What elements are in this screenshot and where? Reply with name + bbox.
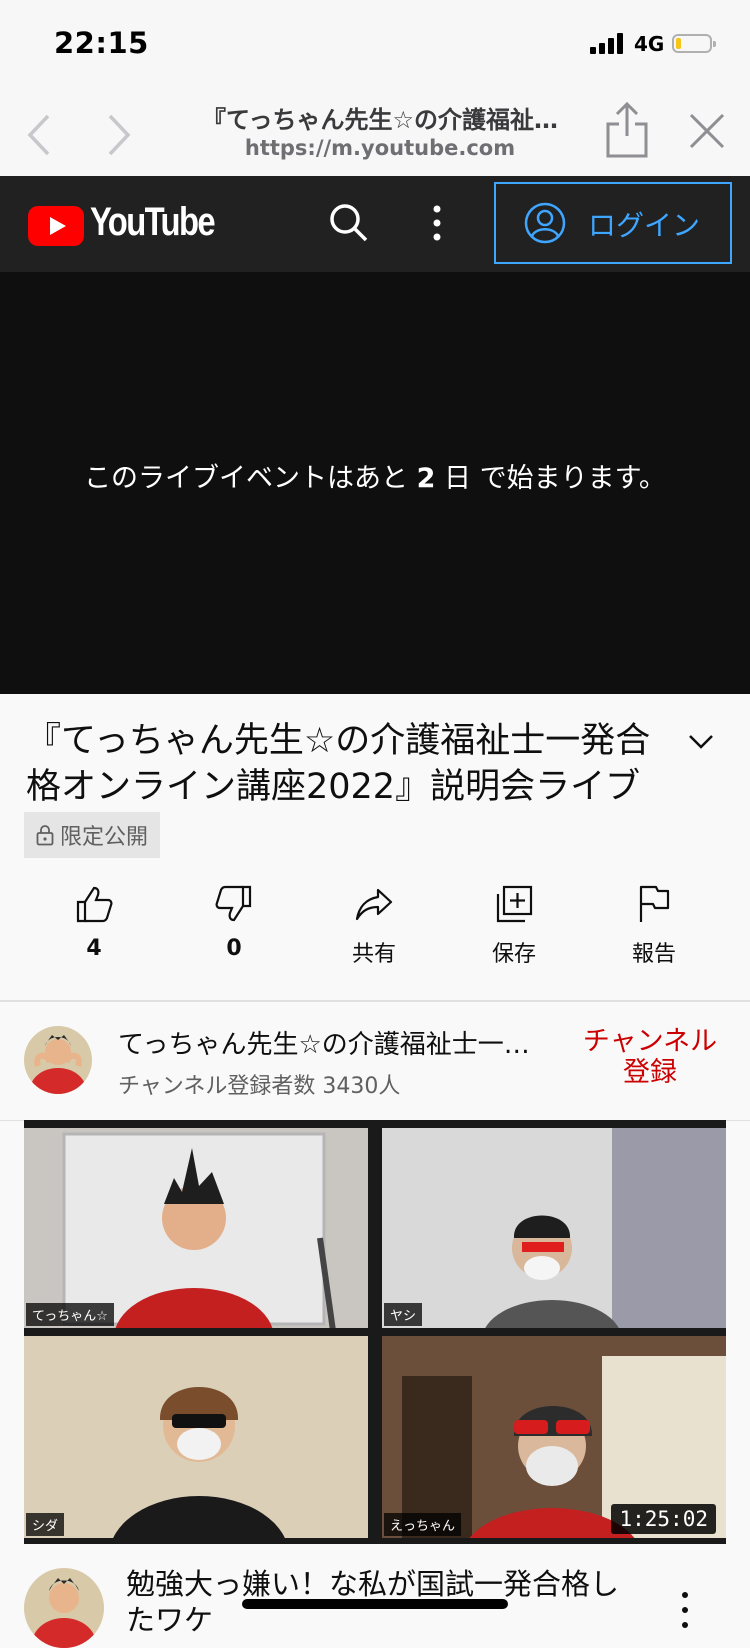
like-count: 4 [86, 936, 102, 961]
divider [0, 1000, 750, 1002]
video-player[interactable]: このライブイベントはあと 2 日 で始まります。 [0, 272, 750, 694]
youtube-header: YouTube ログイン [0, 176, 750, 272]
dislike-count: 0 [226, 936, 242, 961]
battery-icon [672, 34, 716, 53]
share-arrow-icon [355, 888, 393, 921]
account-icon [524, 202, 566, 244]
chevron-down-icon[interactable] [686, 726, 716, 756]
thumbs-up-icon [76, 886, 113, 923]
video-duration: 1:25:02 [611, 1504, 716, 1534]
flag-icon [639, 885, 670, 922]
browser-url[interactable]: https://m.youtube.com [180, 136, 580, 160]
more-options-icon[interactable] [430, 202, 444, 244]
visibility-badge: 限定公開 [24, 812, 161, 858]
share-button[interactable]: 共有 [314, 884, 434, 968]
video-thumbnail[interactable]: てっちゃん☆ ヤシ シダ えっちゃん 1:25:02 [24, 1120, 726, 1544]
next-video-channel-avatar[interactable] [24, 1568, 104, 1648]
thumbs-down-icon [215, 885, 252, 922]
share-label: 共有 [351, 942, 396, 967]
subscriber-count: チャンネル登録者数 3430人 [118, 1074, 401, 1099]
tile-label: シダ [26, 1513, 65, 1536]
live-event-message: このライブイベントはあと 2 日 で始まります。 [84, 463, 666, 494]
youtube-logo-icon[interactable] [28, 206, 84, 246]
back-arrow-icon[interactable] [20, 110, 60, 160]
report-label: 報告 [631, 942, 676, 967]
network-type: 4G [634, 32, 665, 56]
report-button[interactable]: 報告 [594, 884, 714, 968]
search-icon[interactable] [328, 202, 370, 244]
tile-label: ヤシ [384, 1303, 423, 1326]
lock-icon [36, 825, 54, 846]
browser-page-title: 『てっちゃん先生☆の介護福祉… [201, 106, 559, 134]
more-actions-icon[interactable] [680, 1590, 690, 1630]
login-label: ログイン [588, 209, 701, 242]
youtube-logo-text[interactable]: YouTube [90, 200, 216, 245]
save-button[interactable]: 保存 [454, 884, 574, 968]
status-bar: 22:15 4G [0, 0, 750, 92]
action-bar: 4 0 共有 保存 報告 [0, 884, 750, 988]
thumbnail-tile: シダ [24, 1336, 368, 1538]
home-indicator[interactable] [242, 1599, 508, 1609]
share-icon[interactable] [604, 100, 650, 160]
save-label: 保存 [491, 942, 536, 967]
channel-avatar[interactable] [24, 1026, 92, 1094]
like-button[interactable]: 4 [34, 884, 154, 961]
login-button[interactable]: ログイン [494, 182, 732, 264]
channel-name[interactable]: てっちゃん先生☆の介護福祉士一… [118, 1024, 558, 1061]
thumbnail-tile: てっちゃん☆ [24, 1128, 368, 1328]
signal-icon [590, 32, 626, 54]
dislike-button[interactable]: 0 [174, 884, 294, 961]
days-remaining: 2 [416, 463, 436, 494]
forward-arrow-icon[interactable] [98, 110, 138, 160]
video-title[interactable]: 『てっちゃん先生☆の介護福祉士一発合格オンライン講座2022』説明会ライブ [26, 718, 676, 810]
close-icon[interactable] [688, 112, 726, 150]
add-to-playlist-icon [496, 885, 533, 923]
visibility-label: 限定公開 [60, 825, 149, 850]
thumbnail-tile: ヤシ [382, 1128, 726, 1328]
browser-toolbar: 『てっちゃん先生☆の介護福祉… https://m.youtube.com [0, 92, 750, 176]
tile-label: えっちゃん [384, 1513, 462, 1536]
subscribe-button[interactable]: チャンネル 登録 [576, 1026, 724, 1088]
tile-label: てっちゃん☆ [26, 1303, 114, 1326]
status-time: 22:15 [54, 26, 149, 60]
